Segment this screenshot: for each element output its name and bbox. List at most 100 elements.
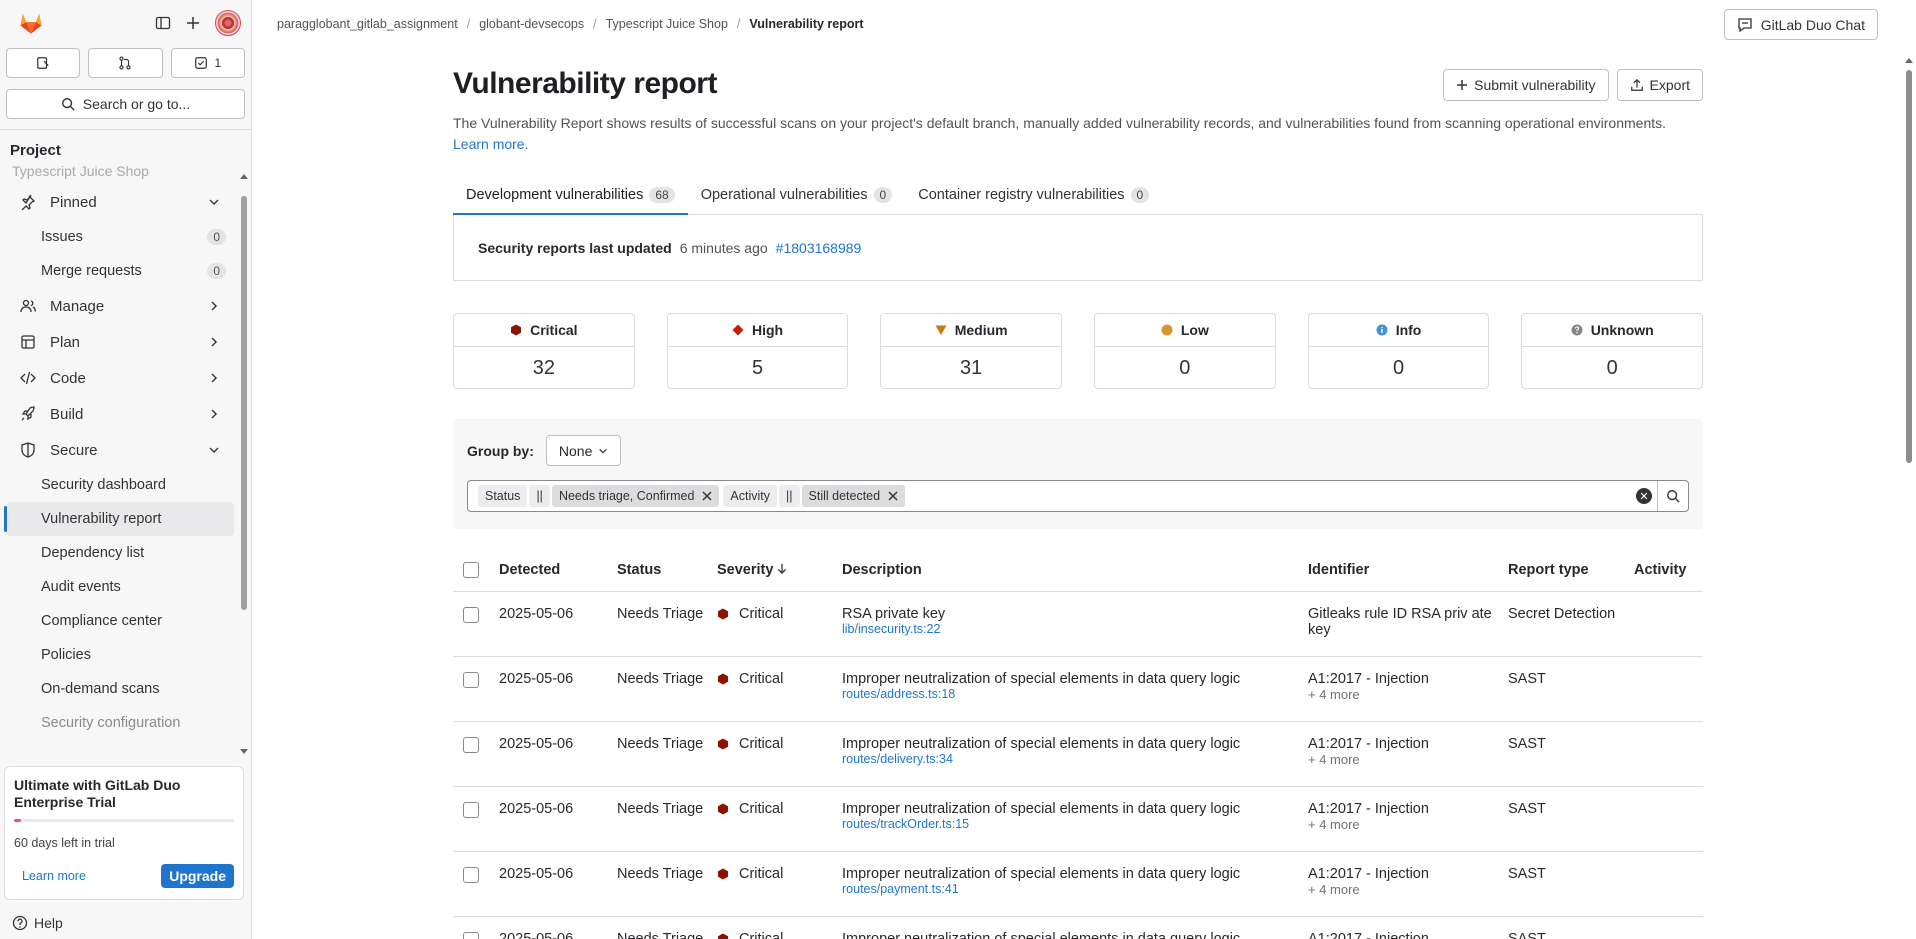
learn-more-link[interactable]: Learn more.	[453, 136, 528, 152]
more-identifiers[interactable]: + 4 more	[1308, 882, 1508, 898]
sidebar-item-code[interactable]: Code	[6, 360, 234, 396]
file-location-link[interactable]: routes/trackOrder.ts:15	[842, 817, 1308, 831]
clear-filters-icon[interactable]: ✕	[1636, 488, 1652, 504]
sidebar-item-manage[interactable]: Manage	[6, 288, 234, 324]
column-detected[interactable]: Detected	[499, 549, 617, 592]
row-checkbox[interactable]	[463, 801, 479, 818]
tab-container-registry-vulnerabilities[interactable]: Container registry vulnerabilities 0	[905, 175, 1162, 214]
sidebar-item-security-configuration[interactable]: Security configuration	[6, 706, 234, 740]
search-icon	[1667, 490, 1680, 503]
column-status[interactable]: Status	[617, 549, 717, 592]
file-location-link[interactable]: lib/insecurity.ts:22	[842, 622, 1308, 636]
table-row[interactable]: 2025-05-06 Needs Triage Critical Improper n…	[453, 786, 1703, 852]
row-checkbox[interactable]	[463, 736, 479, 753]
column-severity[interactable]: Severity	[717, 549, 842, 592]
breadcrumb-item-subgroup[interactable]: globant-devsecops	[479, 17, 584, 31]
sidebar-item-vulnerability-report[interactable]: Vulnerability report	[4, 502, 234, 536]
sidebar-item-issues[interactable]: Issues 0	[6, 220, 234, 254]
close-icon[interactable]	[702, 491, 712, 501]
gitlab-logo[interactable]	[18, 10, 44, 36]
sidebar-item-dependency-list[interactable]: Dependency list	[6, 536, 234, 570]
breadcrumb-item-current[interactable]: Vulnerability report	[749, 17, 863, 31]
column-description[interactable]: Description	[842, 549, 1308, 592]
table-row[interactable]: 2025-05-06 Needs Triage Critical Improper n…	[453, 721, 1703, 787]
trial-days-left: 60 days left in trial	[14, 836, 115, 850]
sidebar-item-plan[interactable]: Plan	[6, 324, 234, 360]
file-location-link[interactable]: routes/delivery.ts:34	[842, 752, 1308, 766]
scroll-up-icon[interactable]	[239, 172, 249, 180]
avatar[interactable]	[215, 10, 241, 36]
table-row[interactable]: 2025-05-06 Needs Triage Critical Improper n…	[453, 916, 1703, 939]
sidebar-scrollbar[interactable]	[239, 166, 249, 756]
table-row[interactable]: 2025-05-06 Needs Triage Critical RSA privat…	[453, 591, 1703, 657]
duo-chat-button[interactable]: GitLab Duo Chat	[1723, 9, 1878, 40]
select-all-checkbox[interactable]	[463, 562, 479, 579]
vulnerability-title-link[interactable]: Improper neutralization of special eleme…	[842, 671, 1308, 687]
column-activity[interactable]: Activity	[1634, 549, 1703, 592]
submit-vulnerability-button[interactable]: Submit vulnerability	[1443, 69, 1609, 101]
tab-operational-vulnerabilities[interactable]: Operational vulnerabilities 0	[688, 175, 906, 214]
filter-search-bar[interactable]: Status || Needs triage, Confirmed Activi…	[467, 480, 1689, 512]
filter-search-button[interactable]	[1657, 481, 1688, 511]
breadcrumb-separator: /	[466, 17, 471, 31]
table-row[interactable]: 2025-05-06 Needs Triage Critical Improper n…	[453, 656, 1703, 722]
scroll-down-icon[interactable]	[239, 748, 249, 756]
sidebar-item-secure[interactable]: Secure	[6, 432, 234, 468]
todo-icon	[195, 57, 208, 69]
row-checkbox[interactable]	[463, 866, 479, 883]
sidebar-toggle-icon[interactable]	[155, 15, 171, 31]
search-button[interactable]: Search or go to...	[6, 89, 245, 119]
sidebar-item-build[interactable]: Build	[6, 396, 234, 432]
sidebar-item-audit-events[interactable]: Audit events	[6, 570, 234, 604]
pipeline-link[interactable]: #1803168989	[776, 240, 862, 256]
sidebar-item-security-dashboard[interactable]: Security dashboard	[6, 468, 234, 502]
help-button[interactable]: Help	[12, 915, 63, 931]
severity-text: Critical	[739, 605, 784, 622]
todo-button[interactable]: 1	[170, 48, 245, 78]
column-report-type[interactable]: Report type	[1508, 549, 1634, 592]
breadcrumb-item-group[interactable]: paragglobant_gitlab_assignment	[277, 17, 458, 31]
file-location-link[interactable]: routes/payment.ts:41	[842, 882, 1308, 896]
trial-learn-more-link[interactable]: Learn more	[14, 869, 86, 883]
table-row[interactable]: 2025-05-06 Needs Triage Critical Improper n…	[453, 851, 1703, 917]
vulnerability-title-link[interactable]: Improper neutralization of special eleme…	[842, 866, 1308, 882]
code-icon	[20, 371, 36, 385]
row-checkbox[interactable]	[463, 671, 479, 688]
main-scrollbar-thumb[interactable]	[1906, 70, 1912, 463]
vulnerability-title-link[interactable]: RSA private key	[842, 606, 1308, 622]
assigned-issues-button[interactable]	[6, 48, 81, 78]
row-checkbox[interactable]	[463, 606, 479, 623]
group-by-dropdown[interactable]: None	[545, 435, 622, 466]
scroll-up-icon[interactable]	[1904, 56, 1914, 64]
sidebar-item-compliance-center[interactable]: Compliance center	[6, 604, 234, 638]
trial-progress-bar	[14, 819, 234, 822]
filter-token-key: Activity	[723, 485, 778, 507]
close-icon[interactable]	[888, 491, 898, 501]
sidebar-item-merge-requests[interactable]: Merge requests 0	[6, 254, 234, 288]
severity-text: Critical	[739, 800, 784, 817]
row-checkbox[interactable]	[463, 931, 479, 939]
more-identifiers[interactable]: + 4 more	[1308, 752, 1508, 768]
sidebar-item-policies[interactable]: Policies	[6, 638, 234, 672]
main-scrollbar[interactable]	[1902, 0, 1916, 939]
merge-requests-button[interactable]	[88, 48, 163, 78]
filter-token-status[interactable]: Status || Needs triage, Confirmed	[478, 485, 720, 507]
sidebar-item-on-demand-scans[interactable]: On-demand scans	[6, 672, 234, 706]
status-text: Needs Triage	[617, 851, 717, 917]
tab-development-vulnerabilities[interactable]: Development vulnerabilities 68	[453, 175, 688, 215]
plus-icon[interactable]	[185, 15, 201, 31]
sidebar-item-pinned[interactable]: Pinned	[6, 184, 234, 220]
export-button[interactable]: Export	[1616, 69, 1703, 101]
vulnerability-title-link[interactable]: Improper neutralization of special eleme…	[842, 931, 1308, 939]
column-identifier[interactable]: Identifier	[1308, 549, 1508, 592]
upgrade-button[interactable]: Upgrade	[161, 864, 234, 888]
sidebar-scrollbar-thumb[interactable]	[241, 196, 247, 610]
vulnerability-title-link[interactable]: Improper neutralization of special eleme…	[842, 736, 1308, 752]
more-identifiers[interactable]: + 4 more	[1308, 687, 1508, 703]
more-identifiers[interactable]: + 4 more	[1308, 817, 1508, 833]
vulnerability-title-link[interactable]: Improper neutralization of special eleme…	[842, 801, 1308, 817]
filter-token-activity[interactable]: Activity || Still detected	[723, 485, 906, 507]
file-location-link[interactable]: routes/address.ts:18	[842, 687, 1308, 701]
project-name-faded[interactable]: Typescript Juice Shop	[0, 166, 240, 180]
breadcrumb-item-project[interactable]: Typescript Juice Shop	[606, 17, 728, 31]
